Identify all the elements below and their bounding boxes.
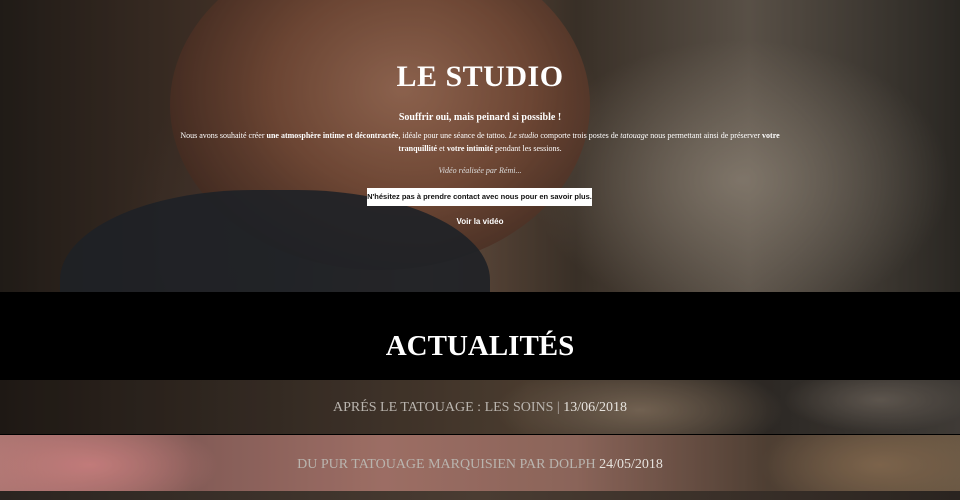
contact-cta-button[interactable]: N'hésitez pas à prendre contact avec nou…: [367, 188, 592, 206]
news-item[interactable]: APRÉS LE TATOUAGE : LES SOINS | 13/06/20…: [0, 380, 960, 434]
studio-hero: LE STUDIO Souffrir oui, mais peinard si …: [0, 0, 960, 292]
news-item-text: DU PUR TATOUAGE MARQUISIEN PAR DOLPH 24/…: [0, 457, 960, 473]
news-item-date: 13/06/2018: [563, 400, 628, 415]
news-item-date: 24/05/2018: [599, 457, 663, 472]
news-item[interactable]: DU PUR TATOUAGE MARQUISIEN PAR DOLPH 24/…: [0, 435, 960, 491]
hero-title: LE STUDIO: [396, 60, 564, 93]
news-item-partial: [0, 491, 960, 500]
hero-subtitle: Souffrir oui, mais peinard si possible !: [398, 112, 562, 123]
news-title: ACTUALITÉS: [385, 330, 575, 362]
news-item-title[interactable]: DU PUR TATOUAGE MARQUISIEN PAR DOLPH: [297, 457, 596, 472]
news-item-title[interactable]: APRÉS LE TATOUAGE : LES SOINS: [333, 400, 553, 415]
video-credit: Vidéo réalisée par Rémi...: [438, 166, 522, 175]
watch-video-link[interactable]: Voir la vidéo: [0, 217, 960, 226]
hero-description: Nous avons souhaité créer une atmosphère…: [180, 131, 780, 153]
news-item-separator: |: [553, 400, 564, 415]
news-item-text: APRÉS LE TATOUAGE : LES SOINS | 13/06/20…: [0, 400, 960, 416]
